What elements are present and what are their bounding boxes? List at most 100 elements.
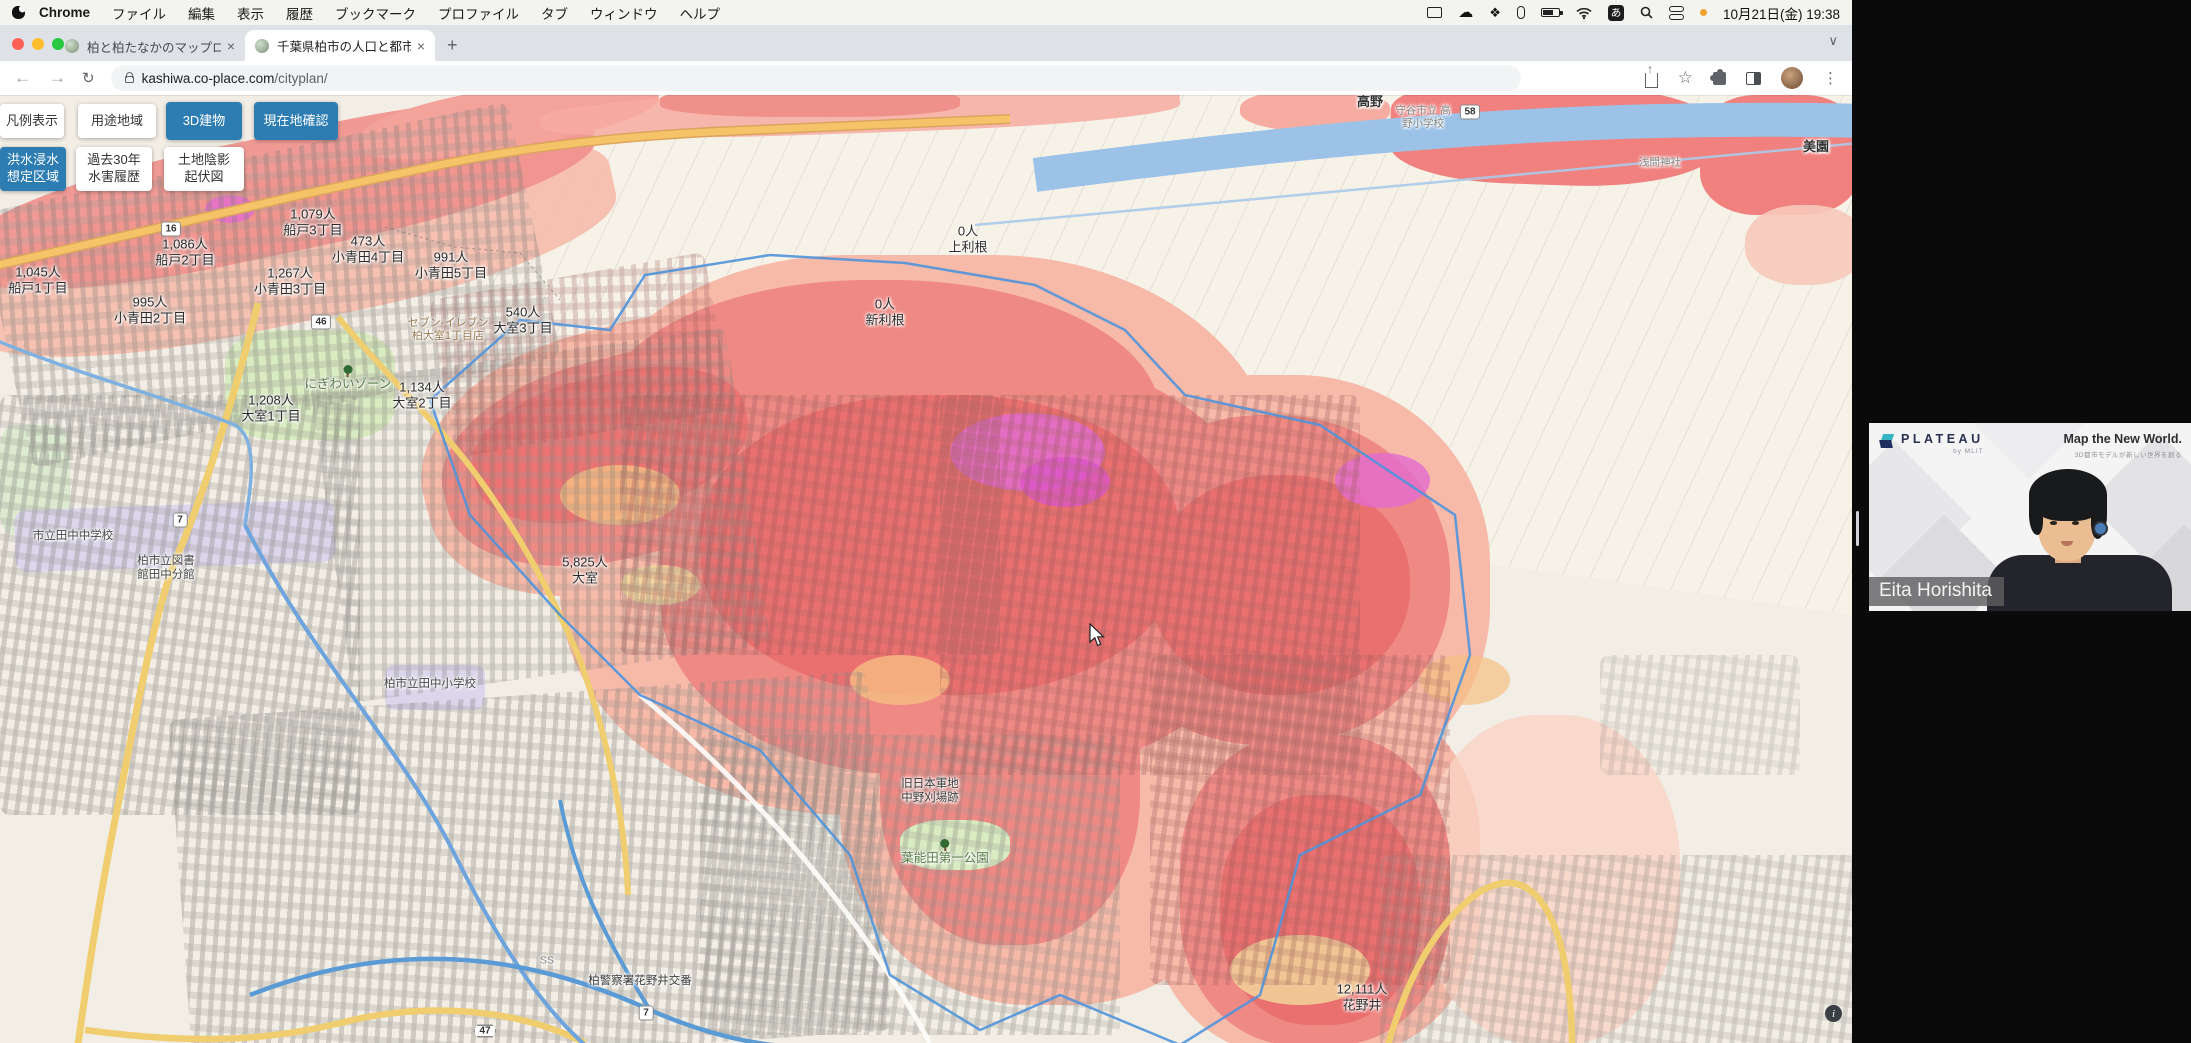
share-icon[interactable]: [1644, 62, 1658, 88]
place-label: 美園: [1802, 139, 1830, 155]
map-layer-button[interactable]: 過去30年 水害履歴: [76, 147, 152, 191]
place-label: 高野: [1356, 95, 1384, 110]
population-label: 540人 大室3丁目: [493, 304, 553, 335]
browser-menu-icon[interactable]: ⋮: [1823, 69, 1838, 87]
speaker-video-overlay[interactable]: PLATEAU by MLIT Map the New World. 3D都市モ…: [1869, 423, 2191, 611]
headset-icon: [2093, 521, 2108, 536]
map-lines-layer: [0, 102, 1852, 1043]
menu-bar-clock[interactable]: 10月21日(金) 19:38: [1723, 3, 1840, 23]
road-shield: 7: [638, 1005, 654, 1021]
population-label: 0人 上利根: [948, 223, 988, 254]
population-label: 1,134人 大室2丁目: [392, 379, 452, 410]
place-label: 守谷市立 高野小学校: [1395, 104, 1451, 129]
place-label: 浅間神社: [1639, 156, 1681, 169]
population-label: 995人 小青田2丁目: [113, 294, 187, 325]
menu-item[interactable]: タブ: [541, 3, 568, 23]
mouse-battery-icon[interactable]: [1516, 6, 1525, 19]
place-label: 柏市立図書 館田中分館: [137, 555, 195, 581]
speaker-name-tag: Eita Horishita: [1869, 577, 2004, 606]
battery-icon[interactable]: [1540, 8, 1563, 17]
close-window-button[interactable]: [12, 38, 24, 50]
ime-input-icon[interactable]: あ: [1607, 4, 1624, 21]
macos-menu-bar: Chrome ファイル 編集 表示 履歴 ブックマーク プロファイル タブ ウィンドウ ヘルプ …: [0, 0, 1852, 25]
tab-favicon: [65, 39, 79, 53]
control-center-icon[interactable]: [1668, 5, 1684, 20]
menu-item[interactable]: プロファイル: [438, 3, 519, 23]
screen-share-frame: Chrome ファイル 編集 表示 履歴 ブックマーク プロファイル タブ ウィンドウ ヘルプ …: [0, 0, 2191, 1043]
side-panel-icon[interactable]: [1746, 71, 1761, 85]
bookmark-star-icon[interactable]: ☆: [1678, 68, 1693, 88]
road-shield: 7: [172, 512, 188, 528]
population-label: 5,825人 大室: [562, 554, 608, 585]
extensions-puzzle-icon[interactable]: [1710, 68, 1726, 85]
chrome-tab-strip: 柏と柏たなかのマップログ × 千葉県柏市の人口と都市計画、安全 × + ∨: [0, 25, 1852, 61]
map-layer-button[interactable]: 凡例表示: [0, 104, 64, 138]
map-layer-button[interactable]: 洪水浸水 想定区域: [0, 147, 66, 191]
shared-desktop: Chrome ファイル 編集 表示 履歴 ブックマーク プロファイル タブ ウィンドウ ヘルプ …: [0, 0, 1852, 1043]
tree-icon: [343, 365, 353, 377]
chrome-toolbar: ← → ↻ kashiwa.co-place.com/cityplan/ ☆ ⋮: [0, 61, 1852, 95]
map-layer-button[interactable]: 3D建物: [166, 102, 242, 140]
road-shield: 47: [473, 1024, 497, 1038]
apple-logo-icon[interactable]: [12, 6, 25, 19]
status-dot-icon: [1699, 9, 1707, 16]
tab-inactive[interactable]: 柏と柏たなかのマップログ ×: [55, 31, 245, 61]
road-shield: 58: [1459, 104, 1481, 120]
spotlight-search-icon[interactable]: [1640, 6, 1653, 19]
menu-item[interactable]: ブックマーク: [335, 3, 416, 23]
place-label: SS: [539, 954, 555, 967]
wifi-icon[interactable]: [1576, 7, 1592, 19]
population-label: 473人 小青田4丁目: [331, 233, 405, 264]
tab-favicon: [255, 38, 269, 53]
screen-mirroring-icon[interactable]: [1427, 7, 1443, 18]
tab-close-icon[interactable]: ×: [417, 38, 425, 54]
place-label: 葉能田第一公園: [901, 836, 989, 866]
chevron-down-icon[interactable]: ∨: [1828, 33, 1838, 49]
place-label: 市立田中中学校: [32, 530, 114, 543]
lock-icon[interactable]: [124, 72, 134, 83]
address-bar[interactable]: kashiwa.co-place.com/cityplan/: [110, 65, 1521, 91]
menu-app-name[interactable]: Chrome: [39, 5, 90, 20]
place-label: にぎわいゾーン: [305, 362, 391, 392]
map-layer-button[interactable]: 用途地域: [78, 104, 156, 138]
population-label: 1,086人 船戸2丁目: [155, 236, 215, 267]
map-info-button[interactable]: i: [1825, 1005, 1842, 1022]
menu-item[interactable]: 編集: [188, 3, 215, 23]
minimize-window-button[interactable]: [32, 38, 44, 50]
population-label: 12,111人 花野井: [1336, 981, 1388, 1012]
population-label: 1,267人 小青田3丁目: [253, 265, 327, 296]
tab-close-icon[interactable]: ×: [227, 38, 235, 54]
road-shield: 46: [310, 314, 332, 330]
place-label: 柏市立田中小学校: [384, 678, 476, 691]
window-resize-handle[interactable]: [1856, 511, 1859, 546]
menu-item[interactable]: 表示: [237, 3, 264, 23]
reload-button[interactable]: ↻: [82, 69, 95, 87]
back-button[interactable]: ←: [14, 68, 31, 88]
tab-active[interactable]: 千葉県柏市の人口と都市計画、安全 ×: [245, 30, 435, 61]
population-label: 0人 新利根: [865, 296, 905, 327]
menu-item[interactable]: ファイル: [112, 3, 166, 23]
tab-title: 千葉県柏市の人口と都市計画、安全: [277, 40, 411, 54]
plateau-wordmark: PLATEAU: [1901, 432, 1984, 446]
3d-city-map[interactable]: i 凡例表示 用途地域 3D建物 現在地確認洪水浸水 想定区域 過去30年 水害履歴 土地陰影…: [0, 95, 1852, 1043]
map-layer-button[interactable]: 現在地確認: [254, 102, 338, 140]
road-shield: 16: [160, 221, 182, 237]
menu-item[interactable]: ヘルプ: [680, 3, 721, 23]
cloud-icon[interactable]: ☁: [1458, 5, 1473, 20]
population-label: 1,045人 船戸1丁目: [8, 264, 68, 295]
video-tagline: Map the New World. 3D都市モデルが新しい世界を創る: [2063, 432, 2182, 459]
forward-button[interactable]: →: [49, 68, 66, 88]
new-tab-button[interactable]: +: [447, 35, 458, 56]
menu-item[interactable]: ウィンドウ: [590, 3, 658, 23]
map-layer-button[interactable]: 土地陰影 起伏図: [164, 147, 244, 191]
dropbox-icon[interactable]: ❖: [1489, 6, 1501, 19]
tagline-jp: 3D都市モデルが新しい世界を創る: [2074, 451, 2182, 459]
plateau-logo: PLATEAU by MLIT: [1879, 433, 1984, 455]
mouse-cursor: [1089, 623, 1105, 647]
menu-item[interactable]: 履歴: [286, 3, 313, 23]
url-host: kashiwa.co-place.com: [141, 70, 275, 86]
plateau-cube-icon: [1879, 434, 1895, 449]
tab-title: 柏と柏たなかのマップログ: [87, 40, 221, 55]
population-label: 1,208人 大室1丁目: [241, 392, 301, 423]
profile-avatar[interactable]: [1781, 67, 1803, 89]
